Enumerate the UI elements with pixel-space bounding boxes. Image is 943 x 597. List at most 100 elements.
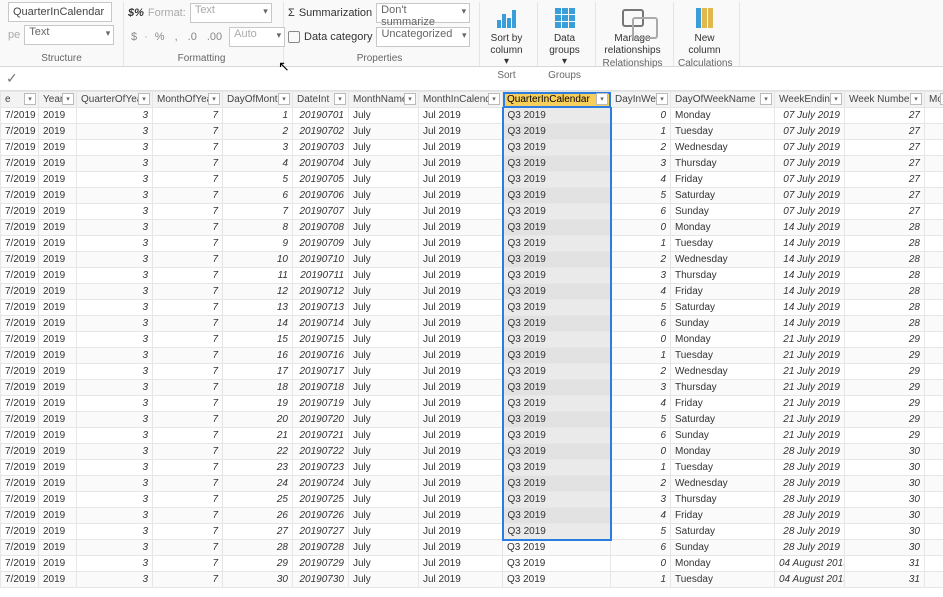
cell[interactable]: Tuesday: [671, 348, 775, 364]
cell[interactable]: 28 July 2019: [775, 460, 845, 476]
cell[interactable]: 20190728: [293, 540, 349, 556]
cell[interactable]: 27: [845, 172, 925, 188]
cell[interactable]: 7/2019: [1, 396, 39, 412]
cell[interactable]: 4: [611, 396, 671, 412]
cell[interactable]: Jul 2019: [419, 412, 503, 428]
cell[interactable]: [925, 220, 943, 236]
cell[interactable]: [925, 316, 943, 332]
cell[interactable]: Q3 2019: [503, 460, 611, 476]
cell[interactable]: 2: [223, 124, 293, 140]
cell[interactable]: 27: [845, 204, 925, 220]
cell[interactable]: [925, 524, 943, 540]
cell[interactable]: July: [349, 300, 419, 316]
cell[interactable]: Q3 2019: [503, 252, 611, 268]
cell[interactable]: July: [349, 540, 419, 556]
table-row[interactable]: 7/20192019371220190712JulyJul 2019Q3 201…: [1, 284, 943, 300]
cell[interactable]: 7/2019: [1, 220, 39, 236]
cell[interactable]: [925, 348, 943, 364]
cell[interactable]: 20190726: [293, 508, 349, 524]
cell[interactable]: 7/2019: [1, 172, 39, 188]
cell[interactable]: 3: [611, 268, 671, 284]
data-groups-button[interactable]: Data groups ▾: [542, 2, 587, 70]
table-row[interactable]: 7/20192019372820190728JulyJul 2019Q3 201…: [1, 540, 943, 556]
cell[interactable]: 29: [845, 332, 925, 348]
table-row[interactable]: 7/20192019371820190718JulyJul 2019Q3 201…: [1, 380, 943, 396]
cell[interactable]: July: [349, 316, 419, 332]
filter-icon[interactable]: ▾: [910, 93, 922, 105]
table-row[interactable]: 7/20192019372520190725JulyJul 2019Q3 201…: [1, 492, 943, 508]
cell[interactable]: Jul 2019: [419, 156, 503, 172]
cell[interactable]: 21 July 2019: [775, 380, 845, 396]
cell[interactable]: 22: [223, 444, 293, 460]
cell[interactable]: 17: [223, 364, 293, 380]
cell[interactable]: 30: [845, 444, 925, 460]
col-header-dateTrunc[interactable]: e▾: [1, 92, 39, 108]
cell[interactable]: 14 July 2019: [775, 284, 845, 300]
cell[interactable]: 7: [153, 220, 223, 236]
cell[interactable]: 20190727: [293, 524, 349, 540]
cell[interactable]: 6: [611, 540, 671, 556]
cell[interactable]: Wednesday: [671, 140, 775, 156]
cell[interactable]: [925, 108, 943, 124]
table-row[interactable]: 7/20192019371720190717JulyJul 2019Q3 201…: [1, 364, 943, 380]
cell[interactable]: 3: [77, 412, 153, 428]
cell[interactable]: 7/2019: [1, 268, 39, 284]
cell[interactable]: 2019: [39, 236, 77, 252]
cell[interactable]: Q3 2019: [503, 396, 611, 412]
cell[interactable]: 3: [77, 124, 153, 140]
cell[interactable]: 20190725: [293, 492, 349, 508]
cell[interactable]: 20190706: [293, 188, 349, 204]
cell[interactable]: 6: [611, 204, 671, 220]
table-row[interactable]: 7/2019201937320190703JulyJul 2019Q3 2019…: [1, 140, 943, 156]
cell[interactable]: Thursday: [671, 268, 775, 284]
cell[interactable]: 7: [153, 476, 223, 492]
cell[interactable]: Jul 2019: [419, 252, 503, 268]
cell[interactable]: 3: [77, 460, 153, 476]
cell[interactable]: Jul 2019: [419, 284, 503, 300]
cell[interactable]: 2: [611, 476, 671, 492]
cell[interactable]: 3: [77, 572, 153, 588]
cell[interactable]: 2019: [39, 268, 77, 284]
cell[interactable]: 7: [153, 284, 223, 300]
cell[interactable]: 21 July 2019: [775, 412, 845, 428]
cell[interactable]: Q3 2019: [503, 124, 611, 140]
cell[interactable]: July: [349, 236, 419, 252]
cell[interactable]: 3: [77, 428, 153, 444]
cell[interactable]: 24: [223, 476, 293, 492]
cell[interactable]: 3: [77, 444, 153, 460]
cell[interactable]: 7: [153, 172, 223, 188]
cell[interactable]: Tuesday: [671, 236, 775, 252]
cell[interactable]: Jul 2019: [419, 524, 503, 540]
cell[interactable]: Monday: [671, 332, 775, 348]
cell[interactable]: Thursday: [671, 380, 775, 396]
cell[interactable]: 3: [77, 316, 153, 332]
cell[interactable]: July: [349, 508, 419, 524]
cell[interactable]: 20190704: [293, 156, 349, 172]
cell[interactable]: Tuesday: [671, 572, 775, 588]
cell[interactable]: Jul 2019: [419, 268, 503, 284]
cell[interactable]: 07 July 2019: [775, 204, 845, 220]
cell[interactable]: 28 July 2019: [775, 524, 845, 540]
cell[interactable]: 7/2019: [1, 156, 39, 172]
cell[interactable]: [925, 412, 943, 428]
cell[interactable]: 4: [611, 508, 671, 524]
cell[interactable]: 29: [223, 556, 293, 572]
cell[interactable]: 1: [611, 460, 671, 476]
cell[interactable]: 7/2019: [1, 412, 39, 428]
cell[interactable]: 13: [223, 300, 293, 316]
filter-icon[interactable]: ▾: [404, 93, 416, 105]
cell[interactable]: Jul 2019: [419, 444, 503, 460]
cell[interactable]: 7/2019: [1, 236, 39, 252]
cell[interactable]: Q3 2019: [503, 188, 611, 204]
cell[interactable]: Saturday: [671, 524, 775, 540]
cell[interactable]: 1: [611, 348, 671, 364]
table-row[interactable]: 7/20192019371920190719JulyJul 2019Q3 201…: [1, 396, 943, 412]
cell[interactable]: Q3 2019: [503, 172, 611, 188]
cell[interactable]: 7: [153, 508, 223, 524]
cell[interactable]: [925, 156, 943, 172]
cell[interactable]: 2019: [39, 428, 77, 444]
cell[interactable]: 14 July 2019: [775, 220, 845, 236]
cell[interactable]: 3: [77, 108, 153, 124]
cell[interactable]: Tuesday: [671, 124, 775, 140]
cell[interactable]: 07 July 2019: [775, 172, 845, 188]
